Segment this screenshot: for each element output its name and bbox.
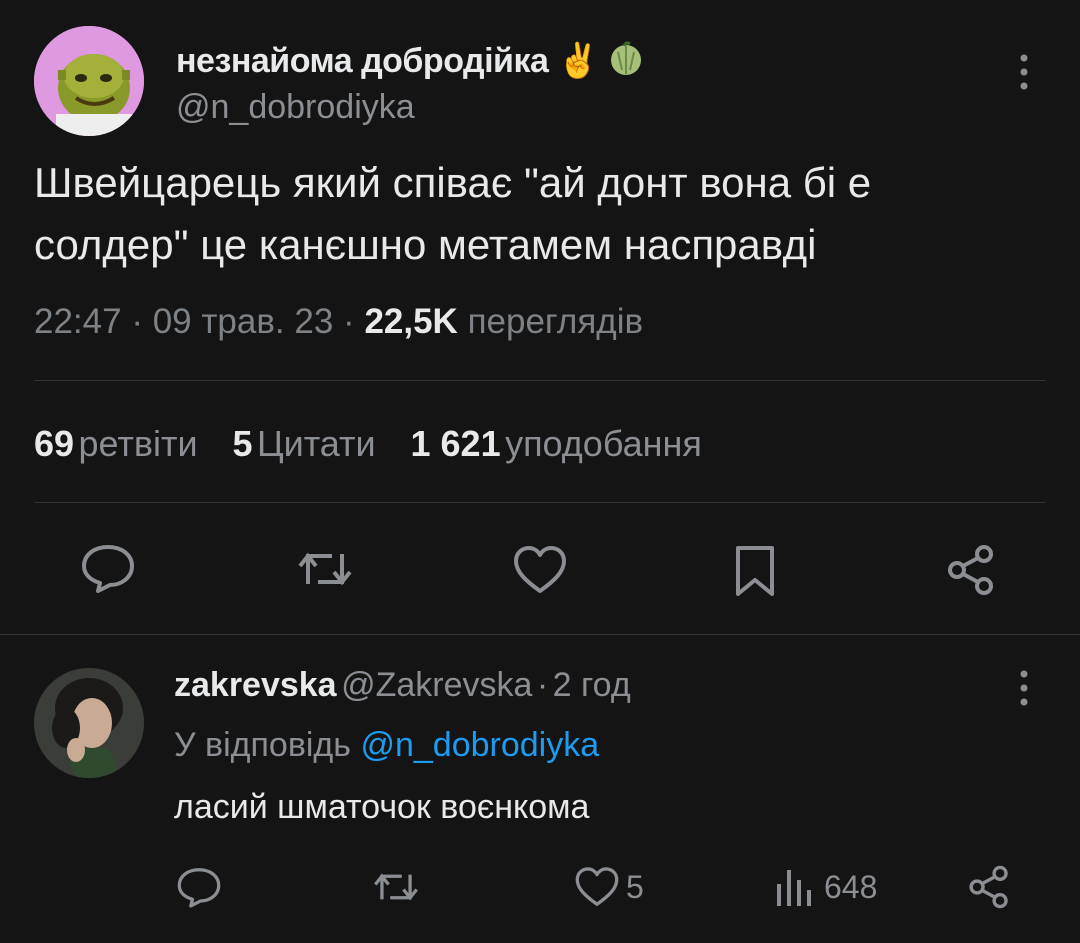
quotes-stat[interactable]: 5 Цитати [232,423,380,464]
retweets-label: ретвіти [78,423,198,464]
tweet-text-line-1: Швейцарець який співає "ай донт вона бі … [34,159,872,206]
quotes-count: 5 [232,423,253,464]
divider [34,380,1046,381]
melon-emoji [608,40,644,76]
meta-separator: · [131,302,143,341]
reply-time[interactable]: 2 год [553,666,631,704]
divider [34,502,1046,503]
tweet-date[interactable]: 09 трав. 23 [153,302,334,341]
replying-to-link[interactable]: @n_dobrodiyka [360,726,599,764]
views-label: переглядів [467,302,644,341]
tweet-text: Швейцарець який співає "ай донт вона бі … [34,152,1054,276]
share-icon[interactable] [966,864,1012,910]
reply-icon[interactable] [80,543,136,593]
reply-views-count: 648 [824,868,878,905]
quotes-label: Цитати [256,423,376,464]
reply-text: ласий шматочок воєнкома [174,788,590,826]
reply-icon[interactable] [176,866,222,908]
tweet-time[interactable]: 22:47 [34,302,122,341]
author-avatar[interactable] [34,26,144,136]
views-icon [774,866,814,908]
more-vertical-icon[interactable] [1012,668,1036,708]
retweet-icon[interactable] [372,867,420,907]
replying-to: У відповідь @n_dobrodiyka [174,726,599,765]
reply-views-button[interactable]: 648 [774,866,877,908]
tweet-stats: 69 ретвіти 5 Цитати 1 621 уподобання [34,423,702,465]
retweets-count: 69 [34,423,75,464]
more-vertical-icon[interactable] [1012,52,1036,92]
likes-stat[interactable]: 1 621 уподобання [411,423,702,464]
reply-author-handle[interactable]: @Zakrevska [341,666,532,704]
reply-header: zakrevska @Zakrevska · 2 год [174,666,631,705]
reply-likes-count: 5 [626,868,644,905]
author-handle[interactable]: @n_dobrodiyka [176,88,415,127]
likes-label: уподобання [505,423,702,464]
likes-count: 1 621 [410,423,501,464]
reply-avatar[interactable] [34,668,144,778]
retweets-stat[interactable]: 69 ретвіти [34,423,202,464]
reply-like-button[interactable]: 5 [574,866,644,908]
heart-icon[interactable] [512,545,568,595]
views-count: 22,5K [364,302,458,341]
tweet-meta: 22:47 · 09 трав. 23 · 22,5K переглядів [34,302,643,342]
divider [0,634,1080,635]
retweet-icon[interactable] [296,546,354,592]
bookmark-icon[interactable] [733,544,777,598]
heart-icon [574,866,620,908]
reply-author-name[interactable]: zakrevska [174,666,337,704]
replying-to-prefix: У відповідь [174,726,351,764]
tweet-text-line-2: солдер" це канєшно метамем насправді [34,221,817,268]
author-name-text[interactable]: незнайома добродійка [176,42,549,80]
victory-emoji: ✌️ [557,42,600,80]
meta-separator: · [536,666,549,704]
meta-separator: · [343,302,355,341]
author-name[interactable]: незнайома добродійка ✌️ [176,40,644,81]
share-icon[interactable] [944,543,998,597]
